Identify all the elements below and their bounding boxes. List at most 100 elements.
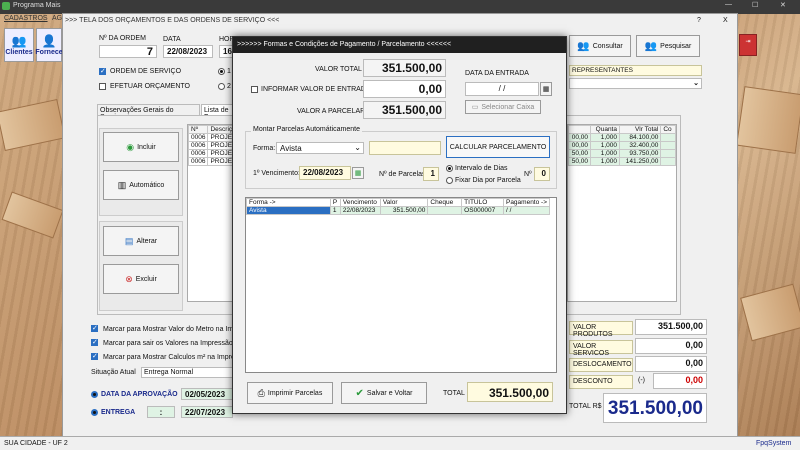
mostrar-calculos-checkbox[interactable] bbox=[91, 352, 98, 360]
grid-cell: PROJETO bbox=[207, 141, 234, 150]
radio-1-label: 1 bbox=[227, 68, 231, 75]
pesquisar-icon: 👥 bbox=[644, 40, 658, 52]
table-row[interactable]: 00,00 1,000 84.100,00 bbox=[568, 133, 676, 142]
maximize-button[interactable]: ☐ bbox=[752, 1, 758, 9]
calcular-parcelamento-button[interactable]: CALCULAR PARCELAMENTO bbox=[446, 136, 550, 158]
forma-extra-field[interactable] bbox=[369, 141, 441, 155]
entrega-field[interactable]: 22/07/2023 bbox=[181, 406, 233, 418]
table-row[interactable]: 0006 PROJETO bbox=[188, 141, 234, 150]
table-row[interactable]: Avista 1 22/08/2023 351.500,00 OS000007 … bbox=[246, 206, 551, 215]
representantes-field[interactable]: REPRESENTANTES bbox=[569, 65, 702, 76]
intervalo-dias-radio[interactable] bbox=[446, 165, 453, 172]
table-row[interactable]: 0006 PROJETO bbox=[188, 157, 234, 166]
barcode-icon: ▥ bbox=[117, 179, 127, 190]
informar-entrada-checkbox[interactable] bbox=[251, 86, 258, 93]
radio-2-label: 2 bbox=[227, 83, 231, 90]
automatico-label: Automático bbox=[129, 181, 165, 189]
automatico-button[interactable]: ▥ Automático bbox=[103, 170, 179, 200]
informar-entrada-label: INFORMAR VALOR DE ENTRADA bbox=[261, 86, 371, 93]
data-field[interactable]: 22/08/2023 bbox=[163, 45, 213, 58]
entrega-radio[interactable] bbox=[91, 409, 98, 416]
imprimir-label: Imprimir Parcelas bbox=[267, 389, 323, 397]
n-value: 0 bbox=[541, 169, 546, 178]
chevron-down-icon: ⌄ bbox=[354, 143, 361, 152]
imprimir-parcelas-button[interactable]: ⎙ Imprimir Parcelas bbox=[247, 382, 333, 404]
table-row[interactable]: 0006 PROJETO bbox=[188, 133, 234, 142]
close-app-button[interactable]: ✕ bbox=[780, 1, 786, 9]
alterar-button[interactable]: ▤ Alterar bbox=[103, 226, 179, 256]
help-button[interactable]: ? bbox=[697, 17, 701, 24]
mostrar-metro-checkbox[interactable] bbox=[91, 324, 98, 332]
dialog-total-field: 351.500,00 bbox=[467, 382, 553, 402]
representantes-select[interactable]: ⌄ bbox=[569, 78, 702, 89]
menu-cadastros[interactable]: CADASTROS bbox=[4, 15, 48, 22]
consultar-label: Consultar bbox=[592, 42, 623, 50]
selecionar-caixa-button[interactable]: ▭ Selecionar Caixa bbox=[465, 100, 541, 114]
aprovacao-radio[interactable] bbox=[91, 391, 98, 398]
grid-cell: 1,000 bbox=[590, 149, 620, 158]
grid-cell: 84.100,00 bbox=[618, 133, 662, 142]
exit-icon[interactable]: ⇥ bbox=[739, 34, 757, 56]
table-row[interactable]: 0006 PROJETO bbox=[188, 149, 234, 158]
fornece-button[interactable]: 👤 Fornece bbox=[35, 28, 63, 62]
radio-2[interactable] bbox=[218, 83, 225, 90]
valor-parcelar-label: VALOR A PARCELAR bbox=[297, 108, 366, 115]
data-label: DATA bbox=[163, 36, 181, 43]
delete-icon: ⊗ bbox=[125, 273, 133, 284]
dialog-total-label: TOTAL bbox=[443, 390, 465, 397]
fornece-label: Fornece bbox=[35, 49, 63, 56]
printer-icon: ⎙ bbox=[257, 387, 265, 398]
grid-cell bbox=[660, 157, 676, 166]
table-row[interactable]: 50,00 1,000 141.250,00 bbox=[568, 157, 676, 166]
minimize-button[interactable]: — bbox=[725, 1, 732, 8]
excluir-button[interactable]: ⊗ Excluir bbox=[103, 264, 179, 294]
consultar-button[interactable]: 👥 Consultar bbox=[569, 35, 631, 57]
pesquisar-button[interactable]: 👥 Pesquisar bbox=[636, 35, 700, 57]
ordem-servico-checkbox[interactable] bbox=[99, 67, 106, 75]
grid-cell: PROJETO bbox=[207, 157, 234, 166]
status-brand: FpqSystem bbox=[756, 440, 792, 447]
vencimento-field[interactable]: 22/08/2023 bbox=[299, 166, 351, 180]
entrega-value: 22/07/2023 bbox=[185, 408, 226, 417]
valor-servicos-value: 0,00 bbox=[635, 338, 707, 354]
grid-cell: 351.500,00 bbox=[379, 206, 429, 215]
parcelas-grid-header: Forma -> P Vencimento Valor Cheque TITUL… bbox=[246, 198, 551, 207]
fixar-dia-radio[interactable] bbox=[446, 177, 453, 184]
caixa-icon: ▭ bbox=[471, 104, 479, 111]
menu-ag[interactable]: AG bbox=[52, 15, 62, 22]
situacao-select[interactable]: Entrega Normal bbox=[141, 367, 233, 378]
data-entrada-field[interactable]: / / bbox=[465, 82, 539, 96]
incluir-button[interactable]: ◉ Incluir bbox=[103, 132, 179, 162]
num-parcelas-field[interactable]: 1 bbox=[423, 167, 439, 181]
ordem-field[interactable]: 7 bbox=[99, 45, 157, 58]
clientes-button[interactable]: 👥 Clientes bbox=[4, 28, 34, 62]
dialog-total-value: 351.500,00 bbox=[488, 386, 549, 400]
table-row[interactable]: 50,00 1,000 93.750,00 bbox=[568, 149, 676, 158]
main-window-titlebar: >>> TELA DOS ORÇAMENTOS E DAS ORDENS DE … bbox=[63, 14, 737, 28]
valor-produtos-value: 351.500,00 bbox=[635, 319, 707, 335]
grid-header-cell: Vencimento bbox=[339, 198, 381, 207]
grid-cell: 0006 bbox=[188, 149, 209, 158]
items-grid-right: Quanta Vlr Total Co 00,00 1,000 84.100,0… bbox=[567, 124, 677, 302]
forma-select[interactable]: Avista ⌄ bbox=[276, 142, 364, 154]
valor-total-value: 351.500,00 bbox=[381, 61, 442, 75]
consultar-icon: 👥 bbox=[577, 40, 590, 52]
salvar-voltar-button[interactable]: ✔ Salvar e Voltar bbox=[341, 382, 427, 404]
sair-valores-checkbox[interactable] bbox=[91, 338, 98, 346]
close-window-button[interactable]: X bbox=[723, 17, 728, 24]
checkmark-icon: ✔ bbox=[355, 387, 364, 399]
grid-cell: 1,000 bbox=[590, 133, 620, 142]
total-value: 351.500,00 bbox=[603, 393, 707, 423]
grid-cell: 22/08/2023 bbox=[339, 206, 381, 215]
n-field[interactable]: 0 bbox=[534, 167, 550, 181]
efetuar-orcamento-checkbox[interactable] bbox=[99, 83, 106, 90]
radio-1[interactable] bbox=[218, 68, 225, 75]
entrega-hora-field[interactable]: : bbox=[147, 406, 175, 418]
entrada-field[interactable]: 0,00 bbox=[363, 80, 446, 98]
table-row[interactable]: 00,00 1,000 32.400,00 bbox=[568, 141, 676, 150]
calendar-button[interactable]: ▦ bbox=[540, 82, 552, 96]
forma-label: Forma: bbox=[253, 145, 276, 152]
aprovacao-field[interactable]: 02/05/2023 bbox=[181, 388, 233, 400]
vencimento-calendar-button[interactable]: ▦ bbox=[352, 167, 364, 179]
num-parcelas-label: Nº de Parcelas bbox=[379, 171, 426, 178]
